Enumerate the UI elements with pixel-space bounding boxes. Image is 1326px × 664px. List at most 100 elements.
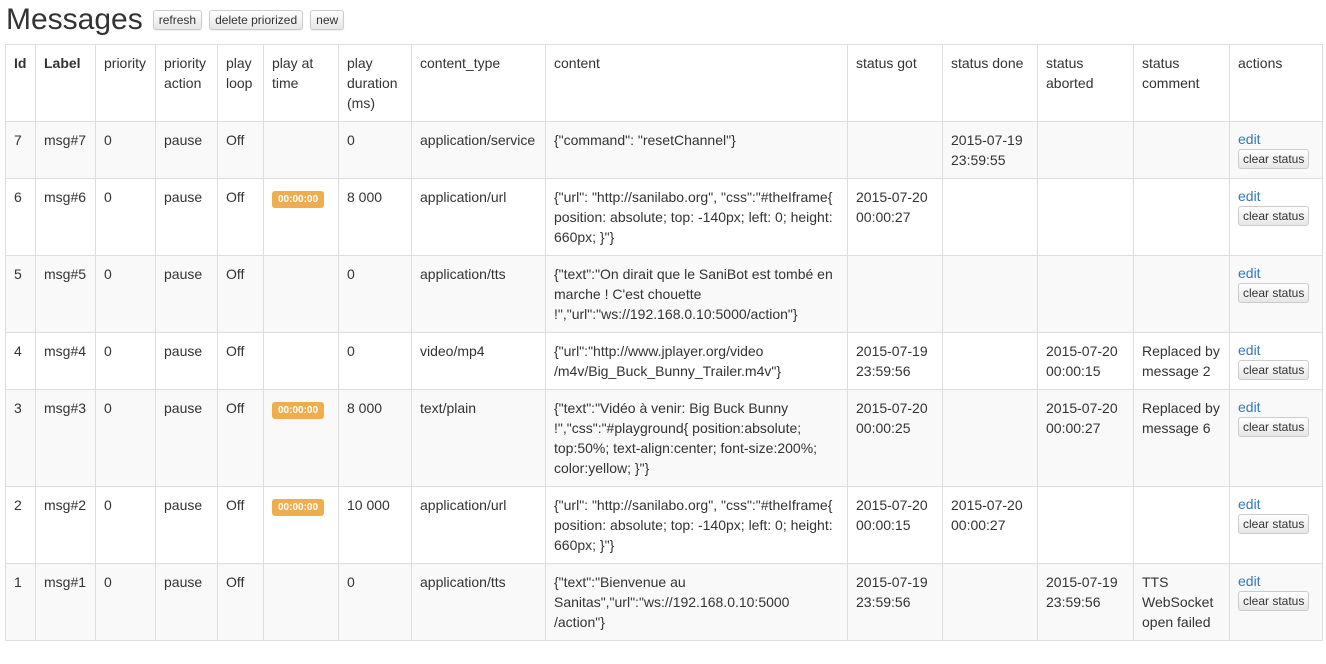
- col-header-status-comment[interactable]: status comment: [1133, 44, 1230, 122]
- cell-id-text: 2: [14, 497, 22, 513]
- cell-id: 3: [5, 389, 36, 487]
- cell-priority-action-text: pause: [164, 400, 203, 416]
- col-header-status-aborted[interactable]: status aborted: [1037, 44, 1134, 122]
- edit-link[interactable]: edit: [1238, 572, 1314, 590]
- col-header-play-at-time[interactable]: play at time: [263, 44, 339, 122]
- clear-status-button[interactable]: clear status: [1238, 514, 1310, 534]
- cell-play-loop: Off: [217, 486, 264, 564]
- cell-content-type-text: application/tts: [420, 266, 506, 282]
- cell-status-aborted: [1037, 121, 1134, 179]
- clear-status-button[interactable]: clear status: [1238, 417, 1310, 437]
- cell-label: msg#1: [35, 563, 96, 641]
- col-header-priority[interactable]: priority: [95, 44, 156, 122]
- col-header-content[interactable]: content: [545, 44, 848, 122]
- cell-status-aborted: [1037, 486, 1134, 564]
- cell-content-text: {"command": "resetChannel"}: [554, 132, 736, 148]
- cell-status-comment: TTS WebSocket open failed: [1133, 563, 1230, 641]
- cell-label: msg#3: [35, 389, 96, 487]
- cell-priority-text: 0: [104, 189, 112, 205]
- cell-label-text: msg#2: [44, 497, 87, 513]
- cell-play-loop-text: Off: [226, 574, 245, 590]
- cell-id-text: 1: [14, 574, 22, 590]
- table-header-row: Id Label priority priority action play l…: [5, 44, 1323, 122]
- cell-actions: edit clear status: [1229, 332, 1323, 390]
- cell-actions: edit clear status: [1229, 486, 1323, 564]
- refresh-button[interactable]: refresh: [152, 10, 203, 30]
- cell-id-text: 6: [14, 189, 22, 205]
- cell-content-type: text/plain: [411, 389, 546, 487]
- cell-content: {"url": "http://sanilabo.org", "css":"#t…: [545, 486, 848, 564]
- cell-content: {"text":"Vidéo à venir: Big Buck Bunny !…: [545, 389, 848, 487]
- edit-link[interactable]: edit: [1238, 130, 1314, 148]
- cell-play-loop-text: Off: [226, 497, 245, 513]
- new-button[interactable]: new: [310, 10, 345, 30]
- cell-play-at-time: [263, 332, 339, 390]
- clear-status-button[interactable]: clear status: [1238, 283, 1310, 303]
- cell-priority: 0: [95, 486, 156, 564]
- cell-content-type: application/url: [411, 178, 546, 256]
- col-header-status-got[interactable]: status got: [847, 44, 943, 122]
- cell-priority: 0: [95, 332, 156, 390]
- cell-status-done-text: 2015-07-19 23:59:55: [951, 132, 1023, 168]
- edit-link[interactable]: edit: [1238, 264, 1314, 282]
- col-header-priority-action[interactable]: priority action: [155, 44, 218, 122]
- clear-status-button[interactable]: clear status: [1238, 360, 1310, 380]
- cell-priority-text: 0: [104, 574, 112, 590]
- messages-table: Id Label priority priority action play l…: [5, 44, 1323, 641]
- cell-priority: 0: [95, 255, 156, 333]
- cell-play-at-time: 00:00:00: [263, 178, 339, 256]
- cell-play-loop: Off: [217, 178, 264, 256]
- cell-status-got: 2015-07-20 00:00:25: [847, 389, 943, 487]
- cell-content-type-text: text/plain: [420, 400, 477, 416]
- edit-link[interactable]: edit: [1238, 187, 1314, 205]
- cell-status-done: [942, 389, 1038, 487]
- cell-status-done: [942, 178, 1038, 256]
- cell-priority-action-text: pause: [164, 343, 203, 359]
- clear-status-button[interactable]: clear status: [1238, 591, 1310, 611]
- cell-content-text: {"url":"http://www.jplayer.org/video /m4…: [554, 343, 782, 379]
- cell-play-duration-text: 0: [347, 574, 355, 590]
- cell-content-type: application/url: [411, 486, 546, 564]
- page-title: Messages: [6, 3, 143, 36]
- cell-play-duration: 0: [338, 255, 412, 333]
- cell-play-loop-text: Off: [226, 266, 245, 282]
- cell-priority: 0: [95, 121, 156, 179]
- cell-priority-text: 0: [104, 132, 112, 148]
- col-header-content-type[interactable]: content_type: [411, 44, 546, 122]
- cell-status-aborted-text: 2015-07-19 23:59:56: [1046, 574, 1118, 610]
- col-header-play-loop[interactable]: play loop: [217, 44, 264, 122]
- cell-play-duration-text: 8 000: [347, 189, 383, 205]
- cell-priority-action-text: pause: [164, 132, 203, 148]
- col-header-id[interactable]: Id: [5, 44, 36, 122]
- cell-priority-text: 0: [104, 343, 112, 359]
- cell-priority-text: 0: [104, 400, 112, 416]
- cell-play-loop-text: Off: [226, 400, 245, 416]
- cell-play-loop: Off: [217, 255, 264, 333]
- col-header-play-duration[interactable]: play duration (ms): [338, 44, 412, 122]
- edit-link[interactable]: edit: [1238, 398, 1314, 416]
- clear-status-button[interactable]: clear status: [1238, 149, 1310, 169]
- cell-actions: edit clear status: [1229, 389, 1323, 487]
- edit-link[interactable]: edit: [1238, 495, 1314, 513]
- cell-content-type: application/service: [411, 121, 546, 179]
- cell-play-duration: 8 000: [338, 178, 412, 256]
- cell-content: {"url": "http://sanilabo.org", "css":"#t…: [545, 178, 848, 256]
- edit-link[interactable]: edit: [1238, 341, 1314, 359]
- messages-page: Messages refresh delete priorized new Id…: [0, 0, 1326, 664]
- col-header-label[interactable]: Label: [35, 44, 96, 122]
- cell-priority-action: pause: [155, 389, 218, 487]
- cell-play-loop: Off: [217, 332, 264, 390]
- cell-status-comment: Replaced by message 6: [1133, 389, 1230, 487]
- play-at-time-badge: 00:00:00: [272, 191, 325, 208]
- play-at-time-badge: 00:00:00: [272, 402, 325, 419]
- cell-label: msg#2: [35, 486, 96, 564]
- cell-status-aborted: 2015-07-20 00:00:27: [1037, 389, 1134, 487]
- cell-status-done: 2015-07-19 23:59:55: [942, 121, 1038, 179]
- col-header-status-done[interactable]: status done: [942, 44, 1038, 122]
- delete-priorized-button[interactable]: delete priorized: [209, 10, 304, 30]
- cell-status-comment: [1133, 121, 1230, 179]
- clear-status-button[interactable]: clear status: [1238, 206, 1310, 226]
- cell-play-duration: 0: [338, 563, 412, 641]
- cell-play-loop-text: Off: [226, 189, 245, 205]
- cell-content-type: application/tts: [411, 255, 546, 333]
